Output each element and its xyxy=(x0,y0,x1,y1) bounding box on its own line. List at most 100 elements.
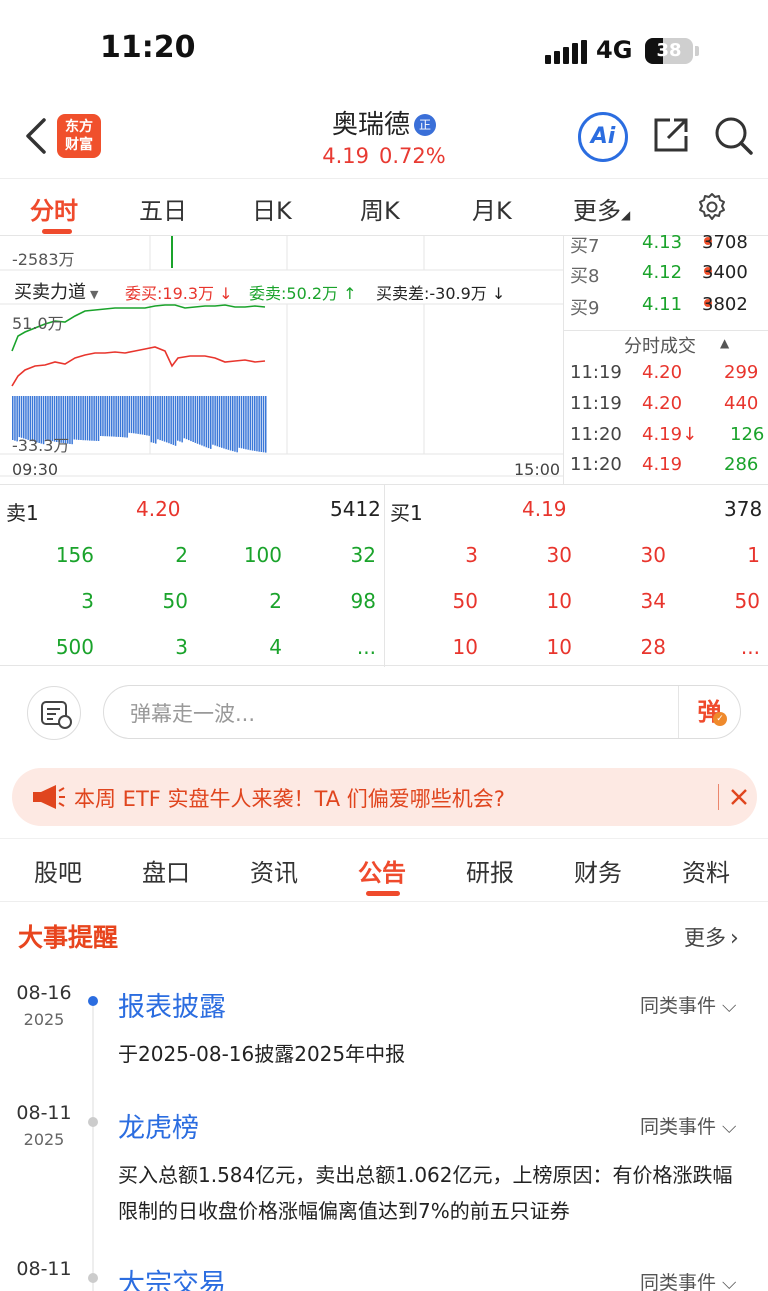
diff-bar xyxy=(234,396,236,452)
tab-finance[interactable]: 财务 xyxy=(574,853,622,888)
danmaku-send-button[interactable]: 弹 ✓ xyxy=(678,686,740,738)
tab-daily-k[interactable]: 日K xyxy=(252,191,292,226)
diff-bar xyxy=(137,396,139,434)
sell-queue-cell: 100 xyxy=(243,543,282,567)
tab-pankou[interactable]: 盘口 xyxy=(142,853,190,888)
stock-name-text: 奥瑞德 xyxy=(331,110,410,140)
battery-tip xyxy=(695,46,699,56)
same-events-link[interactable]: 同类事件 ⌵ xyxy=(640,991,736,1018)
intraday-chart[interactable]: -2583万 买卖力道 ▼ 委买:19.3万 ↓ 委卖:50.2万 ↑ 买卖差:-… xyxy=(0,236,563,484)
tab-more[interactable]: 更多◢ xyxy=(573,191,630,226)
diff-bar xyxy=(240,396,243,449)
ai-button[interactable]: Ai xyxy=(578,112,628,162)
tab-monthly-k[interactable]: 月K xyxy=(472,191,512,226)
diff-bar xyxy=(207,396,210,449)
time-end-label: 15:00 xyxy=(514,460,561,479)
tab-profile[interactable]: 资料 xyxy=(682,853,730,888)
diff-bar xyxy=(181,396,183,443)
diff-bar xyxy=(192,396,194,442)
same-events-link[interactable]: 同类事件 ⌵ xyxy=(640,1112,736,1139)
promo-banner[interactable]: 本周 ETF 实盘牛人来袭！TA 们偏爱哪些机会? xyxy=(12,768,757,826)
tab-intraday[interactable]: 分时 xyxy=(30,191,78,226)
diff-bar xyxy=(104,396,106,437)
buy-queue-cell: 34 xyxy=(640,589,666,613)
buy-queue-cell: 10 xyxy=(546,589,572,613)
diff-bar xyxy=(227,396,230,450)
tab-research[interactable]: 研报 xyxy=(466,853,514,888)
diff-bar xyxy=(258,396,260,452)
chevron-right-icon: › xyxy=(730,926,739,951)
diff-bar xyxy=(18,396,21,438)
danmaku-input[interactable]: 弹幕走一波... 弹 ✓ xyxy=(103,685,741,739)
diff-bar xyxy=(130,396,133,434)
diff-bar xyxy=(229,396,232,451)
events-more-link[interactable]: 更多 › xyxy=(684,922,739,952)
sell-queue-cell: 50 xyxy=(162,589,188,613)
diff-bar xyxy=(236,396,238,453)
ticks-header[interactable]: 分时成交 ▲ xyxy=(564,332,768,362)
bid-commission-text: 委买:19.3万 xyxy=(125,284,215,303)
commission-diff: 买卖差:-30.9万 ↓ xyxy=(376,280,505,304)
battery-icon: 38 xyxy=(645,38,693,64)
bid-level-9: 买9 4.11 3802 xyxy=(564,294,768,324)
bid-volume-text: 3802 xyxy=(702,294,748,315)
diff-bar xyxy=(262,396,265,453)
diff-bar xyxy=(155,396,157,444)
diff-bar xyxy=(84,396,87,441)
tick-time: 11:20 xyxy=(570,454,622,475)
search-icon[interactable] xyxy=(712,114,754,156)
diff-bar xyxy=(108,396,111,437)
tick-price: 4.20 xyxy=(642,393,683,414)
diff-bar xyxy=(126,396,128,438)
diff-bar xyxy=(216,396,219,447)
buy1-volume: 378 xyxy=(724,497,763,521)
diff-bar xyxy=(221,396,223,448)
diff-bar xyxy=(150,396,153,443)
buy-queue-cell: 10 xyxy=(452,635,478,659)
diff-bar xyxy=(135,396,137,434)
diff-bar xyxy=(89,396,91,441)
event-title[interactable]: 龙虎榜 xyxy=(118,1106,199,1145)
diff-bar xyxy=(144,396,146,435)
tab-weekly-k[interactable]: 周K xyxy=(360,191,400,226)
tab-news[interactable]: 资讯 xyxy=(250,853,298,888)
chart-tabs: 分时 五日 日K 周K 月K 更多◢ xyxy=(0,178,768,236)
danmaku-settings-icon[interactable] xyxy=(27,686,81,740)
tick-time: 11:19 xyxy=(570,393,622,414)
tab-announcements[interactable]: 公告 xyxy=(358,853,406,888)
diff-bar xyxy=(122,396,124,438)
sell-queue-cell: 32 xyxy=(350,543,376,567)
diff-bar xyxy=(190,396,192,442)
tick-price: 4.19 xyxy=(642,454,683,475)
sell1-label: 卖1 xyxy=(6,501,39,525)
badge-icon: 正 xyxy=(414,114,436,136)
collapse-caret-icon: ▲ xyxy=(720,336,730,350)
share-icon[interactable] xyxy=(650,114,692,156)
diff-bar xyxy=(168,396,170,444)
diff-bar xyxy=(148,396,150,436)
close-icon[interactable] xyxy=(730,788,748,806)
diff-bar xyxy=(188,396,190,441)
same-events-link[interactable]: 同类事件 ⌵ xyxy=(640,1268,736,1291)
y-max-label: 51.0万 xyxy=(12,314,64,333)
sell-queue-cell: 4 xyxy=(269,635,282,659)
diff-bar xyxy=(80,396,82,440)
diff-bar xyxy=(82,396,84,441)
event-title[interactable]: 报表披露 xyxy=(118,985,226,1024)
tick-time: 11:19 xyxy=(570,362,622,383)
diff-bar xyxy=(133,396,135,434)
event-date: 08-16 xyxy=(16,982,72,1004)
tab-five-day[interactable]: 五日 xyxy=(139,191,187,226)
tab-guba[interactable]: 股吧 xyxy=(34,853,82,888)
diff-bar xyxy=(205,396,208,448)
indicator-select[interactable]: 买卖力道 ▼ xyxy=(14,278,98,304)
event-title[interactable]: 大宗交易 xyxy=(118,1262,226,1291)
bid-volume-text: 3400 xyxy=(702,262,748,283)
diff-bar xyxy=(238,396,241,448)
settings-gear-icon[interactable] xyxy=(696,191,728,223)
bid-level-8: 买8 4.12 3400 xyxy=(564,262,768,292)
diff-bar xyxy=(247,396,249,450)
buy-queue-cell: 50 xyxy=(452,589,478,613)
status-bar: 11:20 4G 38 xyxy=(0,0,768,100)
diff-bar xyxy=(249,396,252,451)
